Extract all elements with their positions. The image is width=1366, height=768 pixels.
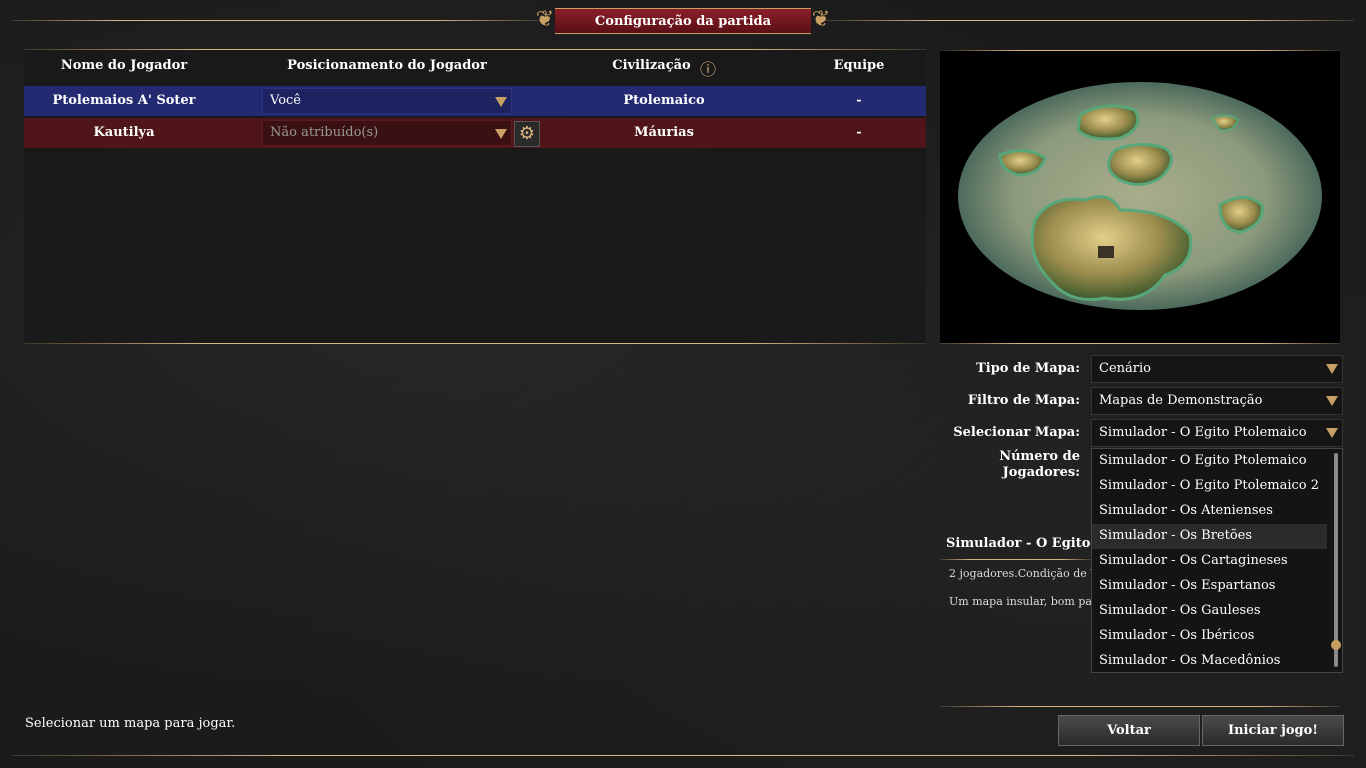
player-placement-dropdown-1[interactable]: Você	[262, 88, 512, 114]
player-civilization-2[interactable]: Máurias	[594, 125, 734, 140]
map-list-item-hovered[interactable]: Simulador - Os Bretões	[1092, 524, 1327, 549]
map-list-item[interactable]: Simulador - Os Gauleses	[1092, 599, 1327, 624]
player-row-2: Kautilya Não atribuído(s) ⚙ Máurias -	[24, 118, 926, 148]
map-preview-image	[958, 82, 1322, 310]
ai-settings-gear-icon[interactable]: ⚙	[514, 121, 540, 147]
map-filter-dropdown[interactable]: Mapas de Demonstração	[1091, 387, 1343, 415]
status-text: Selecionar um mapa para jogar.	[25, 716, 236, 731]
civilization-info-icon[interactable]: ⓘ	[700, 56, 716, 80]
page-title-text: Configuração da partida	[594, 13, 772, 29]
num-players-label: Número de Jogadores:	[999, 449, 1080, 480]
map-preview-bottom-line	[940, 343, 1340, 344]
player-team-1[interactable]: -	[804, 93, 914, 108]
map-list-popup[interactable]: Simulador - O Egito Ptolemaico Simulador…	[1091, 448, 1343, 673]
header-player-placement: Posicionamento do Jogador	[287, 58, 487, 73]
header-civilization: Civilização	[612, 58, 691, 73]
map-description-line	[940, 559, 1091, 560]
chevron-down-icon	[495, 97, 507, 107]
chevron-down-icon	[1326, 396, 1338, 406]
players-panel-bottom-line	[24, 343, 926, 344]
map-preview	[940, 50, 1340, 343]
map-list-item[interactable]: Simulador - Os Ibéricos	[1092, 624, 1327, 649]
start-game-button[interactable]: Iniciar jogo!	[1202, 715, 1344, 746]
select-map-label: Selecionar Mapa:	[953, 425, 1080, 440]
back-button[interactable]: Voltar	[1058, 715, 1200, 746]
map-list-scroll-thumb[interactable]	[1331, 640, 1341, 650]
map-list-item[interactable]: Simulador - Os Atenienses	[1092, 499, 1327, 524]
map-description-panel: Simulador - O Egito Ptolemaico 2 jogador…	[940, 532, 1091, 682]
player-placement-value-1: Você	[270, 93, 301, 108]
top-divider-left	[12, 20, 542, 21]
map-list-item[interactable]: Simulador - Os Cartagineses	[1092, 549, 1327, 574]
player-row-1: Ptolemaios A' Soter Você Ptolemaico -	[24, 86, 926, 116]
map-description-title: Simulador - O Egito Ptolemaico	[946, 536, 1091, 551]
chevron-down-icon	[1326, 364, 1338, 374]
map-island-north	[1076, 104, 1140, 141]
map-description-line2: Um mapa insular, bom para	[949, 595, 1091, 608]
map-preview-top-line	[940, 50, 1340, 51]
header-player-name: Nome do Jogador	[60, 58, 188, 73]
header-team: Equipe	[833, 58, 885, 73]
player-civilization-1[interactable]: Ptolemaico	[594, 93, 734, 108]
player-name-1: Ptolemaios A' Soter	[52, 93, 196, 108]
map-filter-value: Mapas de Demonstração	[1099, 393, 1263, 408]
map-list-item[interactable]: Simulador - O Egito Ptolemaico 2	[1092, 474, 1327, 499]
select-map-value: Simulador - O Egito Ptolemaico	[1099, 425, 1307, 440]
player-placement-value-2: Não atribuído(s)	[270, 125, 379, 140]
map-type-dropdown[interactable]: Cenário	[1091, 355, 1343, 383]
ornament-right-icon: ❦	[811, 7, 831, 32]
map-building	[1098, 246, 1114, 258]
map-list-item[interactable]: Simulador - Os Macedônios	[1092, 649, 1327, 672]
map-list-item[interactable]: Simulador - Os Espartanos	[1092, 574, 1327, 599]
map-description-line1: 2 jogadores.Condição de Vitória	[949, 567, 1091, 580]
chevron-down-icon	[495, 129, 507, 139]
bottom-divider	[12, 755, 1354, 756]
player-placement-dropdown-2[interactable]: Não atribuído(s)	[262, 120, 512, 146]
map-list-scrollbar[interactable]	[1334, 453, 1338, 667]
bottom-right-line	[940, 706, 1340, 707]
map-type-label: Tipo de Mapa:	[976, 361, 1080, 376]
chevron-down-icon	[1326, 428, 1338, 438]
player-team-2[interactable]: -	[804, 125, 914, 140]
select-map-dropdown[interactable]: Simulador - O Egito Ptolemaico	[1091, 419, 1343, 447]
players-panel-top-line	[24, 49, 926, 50]
map-list-item[interactable]: Simulador - O Egito Ptolemaico	[1092, 449, 1327, 474]
player-name-2: Kautilya	[93, 125, 155, 140]
map-filter-label: Filtro de Mapa:	[967, 393, 1080, 408]
top-divider-right	[826, 20, 1354, 21]
map-type-value: Cenário	[1099, 361, 1151, 376]
players-panel: Nome do Jogador Posicionamento do Jogado…	[24, 49, 926, 344]
page-title: Configuração da partida	[555, 8, 811, 34]
